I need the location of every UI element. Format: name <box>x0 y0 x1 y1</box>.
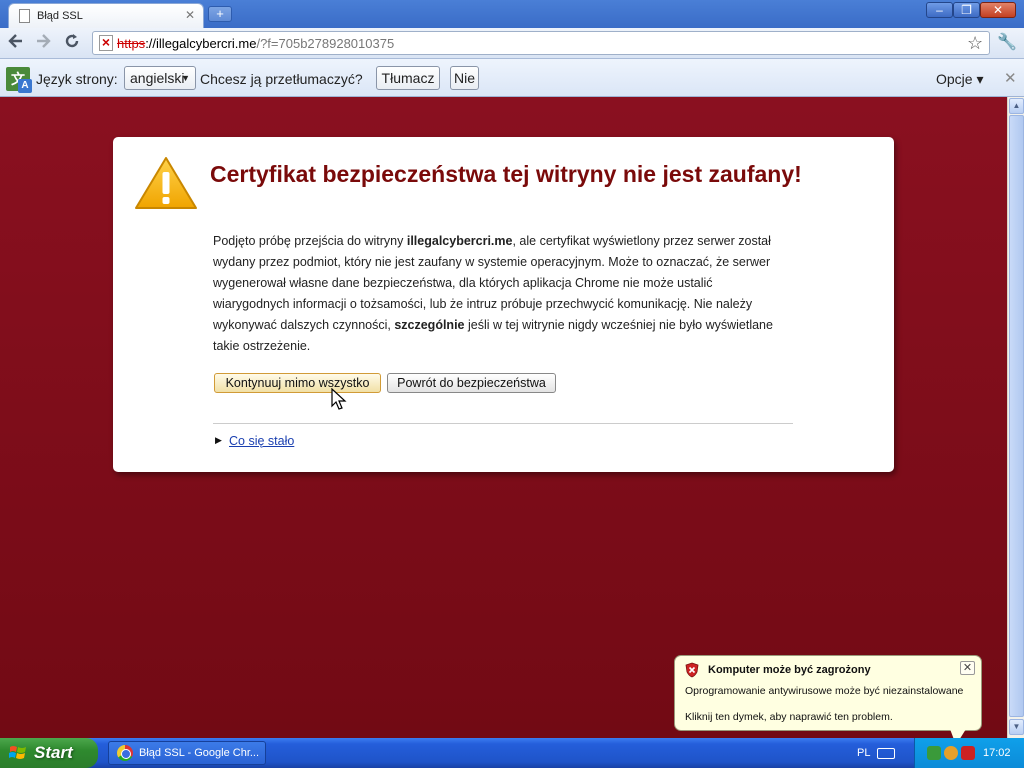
chrome-icon <box>117 745 133 761</box>
keyboard-icon[interactable] <box>877 748 895 759</box>
maximize-button[interactable]: ❐ <box>953 2 980 18</box>
site-name: illegalcybercri.me <box>406 234 513 248</box>
scroll-thumb[interactable] <box>1009 115 1024 717</box>
shield-icon <box>685 662 699 678</box>
ssl-error-icon[interactable]: × <box>99 35 113 51</box>
ssl-warning-panel: Certyfikat bezpieczeństwa tej witryny ni… <box>113 137 894 472</box>
bookmark-star-icon[interactable]: ☆ <box>967 33 983 54</box>
balloon-message: Oprogramowanie antywirusowe może być nie… <box>685 685 964 697</box>
start-button[interactable]: Start <box>0 738 98 768</box>
wrench-icon[interactable]: 🔧 <box>997 32 1017 52</box>
reload-button[interactable] <box>61 32 83 54</box>
vertical-scrollbar[interactable]: ▲ ▼ <box>1007 97 1024 738</box>
windows-logo-icon <box>9 746 26 759</box>
page-content: Certyfikat bezpieczeństwa tej witryny ni… <box>0 97 1007 738</box>
taskbar-item-label: Błąd SSL - Google Chr... <box>139 747 260 759</box>
infobar-close-button[interactable]: ✕ <box>1004 69 1017 87</box>
url-scheme: https <box>117 36 146 51</box>
scroll-down-button[interactable]: ▼ <box>1009 719 1024 735</box>
address-bar[interactable]: × https://illegalcybercri.me/?f=705b2789… <box>92 31 990 55</box>
language-select[interactable]: angielski ▼ <box>124 66 196 90</box>
proceed-anyway-button[interactable]: Kontynuuj mimo wszystko <box>214 373 381 393</box>
scroll-up-button[interactable]: ▲ <box>1009 98 1024 114</box>
security-shield-icon[interactable] <box>961 746 975 760</box>
back-to-safety-button[interactable]: Powrót do bezpieczeństwa <box>387 373 556 393</box>
warning-description: Podjęto próbę przejścia do witryny illeg… <box>213 231 791 357</box>
security-alert-balloon[interactable]: Komputer może być zagrożony ✕ Oprogramow… <box>674 655 982 731</box>
url-text[interactable]: https://illegalcybercri.me/?f=705b278928… <box>117 36 394 51</box>
no-translate-button[interactable]: Nie <box>450 66 479 90</box>
taskbar-item-chrome[interactable]: Błąd SSL - Google Chr... <box>108 741 266 765</box>
browser-toolbar: × https://illegalcybercri.me/?f=705b2789… <box>0 28 1024 59</box>
page-language-label: Język strony: <box>36 71 118 87</box>
minimize-button[interactable]: ‒ <box>926 2 953 18</box>
translate-infobar: 文A Język strony: angielski ▼ Chcesz ją p… <box>0 59 1024 97</box>
back-button[interactable] <box>5 32 27 54</box>
browser-tab[interactable]: Błąd SSL ✕ <box>8 3 204 28</box>
selected-language: angielski <box>130 70 185 86</box>
taskbar: Start Błąd SSL - Google Chr... PL 17:02 <box>0 738 1024 768</box>
expand-arrow-icon[interactable]: ▶ <box>215 435 222 446</box>
warning-heading: Certyfikat bezpieczeństwa tej witryny ni… <box>210 161 802 187</box>
language-indicator[interactable]: PL <box>857 747 870 759</box>
system-tray: 17:02 <box>914 738 1024 768</box>
tab-close-button[interactable]: ✕ <box>185 8 195 22</box>
close-window-button[interactable]: ✕ <box>980 2 1016 18</box>
chevron-down-icon: ▼ <box>181 73 190 83</box>
translate-question: Chcesz ją przetłumaczyć? <box>200 71 363 87</box>
page-icon <box>19 9 30 23</box>
balloon-title: Komputer może być zagrożony <box>708 664 871 676</box>
warning-icon <box>135 157 197 209</box>
new-tab-button[interactable]: + <box>208 6 232 22</box>
clock: 17:02 <box>983 747 1011 759</box>
update-icon[interactable] <box>944 746 958 760</box>
divider <box>213 423 793 424</box>
forward-button[interactable] <box>32 32 54 54</box>
url-host: ://illegalcybercri.me <box>145 36 257 51</box>
network-icon[interactable] <box>927 746 941 760</box>
title-bar: Błąd SSL ✕ + ‒ ❐ ✕ <box>0 0 1024 28</box>
balloon-instruction: Kliknij ten dymek, aby naprawić ten prob… <box>685 711 893 723</box>
options-menu[interactable]: Opcje ▾ <box>936 71 984 88</box>
mouse-cursor-icon <box>331 388 347 410</box>
url-path: /?f=705b278928010375 <box>256 36 395 51</box>
emphasis-text: szczególnie <box>394 318 465 332</box>
translate-icon: 文A <box>6 67 32 93</box>
tab-title: Błąd SSL <box>37 10 83 22</box>
translate-button[interactable]: Tłumacz <box>376 66 440 90</box>
start-label: Start <box>34 743 73 762</box>
description-part-1: Podjęto próbę przejścia do witryny <box>213 234 407 248</box>
balloon-close-button[interactable]: ✕ <box>960 661 975 675</box>
what-happened-link[interactable]: Co się stało <box>229 434 294 448</box>
